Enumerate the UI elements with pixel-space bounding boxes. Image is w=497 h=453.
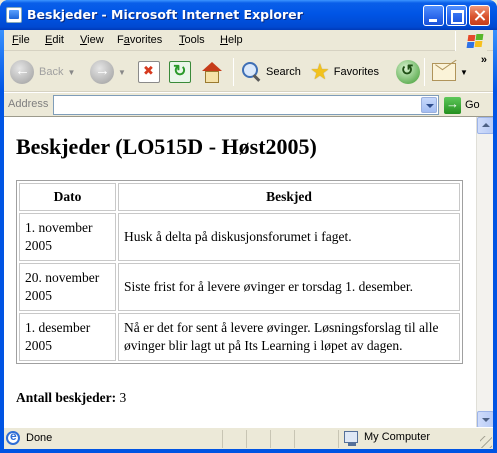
table-header-row: Dato Beskjed — [19, 183, 460, 211]
cell-message: Nå er det for sent å levere øvinger. Løs… — [118, 313, 460, 361]
vertical-scrollbar[interactable] — [476, 117, 493, 427]
cell-date: 1. desember 2005 — [19, 313, 116, 361]
header-message: Beskjed — [118, 183, 460, 211]
maximize-button[interactable] — [446, 5, 467, 26]
home-icon — [200, 61, 222, 83]
table-row: 1. desember 2005 Nå er det for sent å le… — [19, 313, 460, 361]
menu-view[interactable]: View — [80, 34, 104, 46]
refresh-icon — [169, 61, 191, 83]
page-viewport: Beskjeder (LO515D - Høst2005) Dato Beskj… — [4, 116, 493, 427]
cell-date: 1. november 2005 — [19, 213, 116, 261]
forward-arrow-icon — [90, 60, 114, 84]
back-arrow-icon — [10, 60, 34, 84]
address-input[interactable] — [53, 95, 439, 115]
status-text: Done — [26, 432, 53, 444]
status-pane-privacy — [270, 430, 294, 448]
menu-file-label: ile — [18, 34, 30, 46]
menu-edit-label: dit — [52, 34, 64, 46]
table-row: 1. november 2005 Husk å delta på diskusj… — [19, 213, 460, 261]
toolbar-separator-2 — [424, 58, 425, 86]
go-arrow-icon — [444, 96, 461, 114]
search-label: Search — [266, 66, 301, 78]
menu-help-accel: H — [220, 34, 228, 46]
close-button[interactable] — [469, 5, 490, 26]
scroll-up-button[interactable] — [477, 117, 493, 134]
standard-toolbar: Back ▼ ▼ Search ★ Favorites — [4, 52, 493, 92]
search-button[interactable]: Search — [240, 58, 301, 86]
zone-label: My Computer — [364, 431, 431, 443]
media-icon — [396, 60, 420, 84]
messages-table: Dato Beskjed 1. november 2005 Husk å del… — [16, 180, 463, 364]
windows-logo-icon — [455, 31, 487, 51]
address-label: Address — [8, 98, 49, 110]
stop-button[interactable] — [138, 58, 160, 86]
status-pane-lock — [246, 430, 270, 448]
media-button[interactable] — [396, 58, 420, 86]
ie-page-icon — [6, 7, 22, 23]
go-button[interactable]: Go — [444, 96, 480, 114]
favorites-button[interactable]: ★ Favorites — [310, 58, 379, 86]
menu-favorites-pre: F — [117, 34, 124, 46]
status-pane-extra — [294, 430, 318, 448]
minimize-button[interactable] — [423, 5, 444, 26]
status-done: Done — [6, 429, 53, 445]
forward-dropdown-icon[interactable]: ▼ — [118, 68, 126, 77]
back-button[interactable]: Back ▼ — [10, 58, 75, 86]
table-row: 20. november 2005 Siste frist for å leve… — [19, 263, 460, 311]
cell-message: Siste frist for å levere øvinger er tors… — [118, 263, 460, 311]
menu-file-accel: F — [12, 34, 19, 46]
ie-page-status-icon — [6, 429, 20, 445]
menu-tools-label: ools — [184, 34, 205, 46]
cell-message: Husk å delta på diskusjonsforumet i fage… — [118, 213, 460, 261]
browser-window: Beskjeder - Microsoft Internet Explorer … — [0, 0, 497, 453]
menu-help[interactable]: Help — [220, 34, 243, 46]
security-zone: My Computer — [344, 431, 431, 446]
cell-date: 20. november 2005 — [19, 263, 116, 311]
menu-edit[interactable]: Edit — [45, 34, 64, 46]
mail-button[interactable]: ▼ — [432, 58, 468, 86]
search-icon — [240, 61, 262, 83]
message-count-value: 3 — [119, 390, 127, 405]
window-title: Beskjeder - Microsoft Internet Explorer — [27, 7, 303, 22]
message-count: Antall beskjeder: 3 — [16, 390, 126, 406]
refresh-button[interactable] — [169, 58, 191, 86]
go-label: Go — [465, 99, 480, 111]
forward-button[interactable]: ▼ — [90, 58, 126, 86]
stop-icon — [138, 61, 160, 83]
menu-view-label: iew — [87, 34, 104, 46]
menu-help-label: elp — [227, 34, 243, 46]
menu-bar: File Edit View Favorites Tools Help — [4, 30, 493, 51]
menu-file[interactable]: File — [12, 34, 30, 46]
mail-dropdown-icon[interactable]: ▼ — [460, 68, 468, 77]
favorites-star-icon: ★ — [310, 59, 330, 84]
menu-favorites-label: vorites — [129, 34, 163, 46]
resize-grip[interactable] — [480, 436, 492, 448]
toolbar-overflow-chevron[interactable]: » — [481, 54, 487, 66]
menu-favorites[interactable]: Favorites — [117, 34, 162, 46]
status-pane-progress — [222, 430, 246, 448]
favorites-label: Favorites — [333, 66, 379, 78]
home-button[interactable] — [200, 58, 222, 86]
status-bar: Done My Computer — [4, 427, 493, 449]
message-count-label: Antall beskjeder: — [16, 390, 117, 405]
back-dropdown-icon[interactable]: ▼ — [67, 68, 75, 77]
header-date: Dato — [19, 183, 116, 211]
mail-icon — [432, 63, 456, 81]
toolbar-separator — [233, 58, 234, 86]
page-heading: Beskjeder (LO515D - Høst2005) — [16, 134, 317, 159]
back-label: Back — [39, 66, 64, 78]
address-dropdown-icon[interactable] — [421, 97, 437, 113]
my-computer-icon — [344, 431, 358, 446]
address-bar: Address Go — [4, 92, 493, 116]
title-bar[interactable]: Beskjeder - Microsoft Internet Explorer — [0, 0, 497, 30]
page-content: Beskjeder (LO515D - Høst2005) Dato Beskj… — [4, 117, 476, 427]
scroll-down-button[interactable] — [477, 411, 493, 427]
menu-tools[interactable]: Tools — [179, 34, 205, 46]
